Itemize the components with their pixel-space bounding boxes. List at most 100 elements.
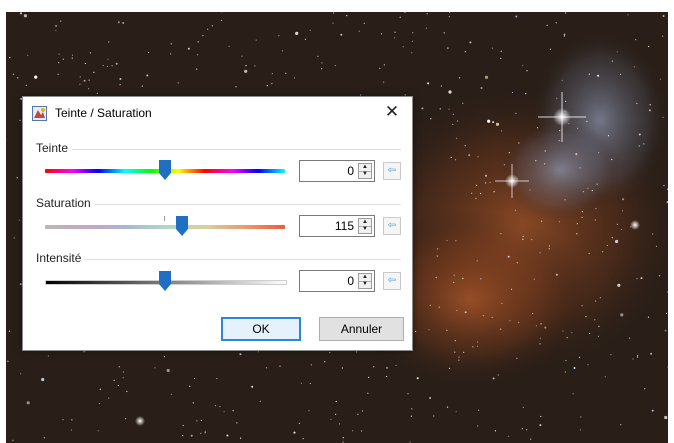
star [500, 57, 502, 60]
star [232, 410, 234, 412]
teinte-spinbox[interactable]: 0 ▲ ▼ [299, 160, 375, 182]
star [402, 46, 404, 48]
star [652, 233, 654, 235]
saturation-slider-thumb[interactable] [175, 216, 188, 236]
star [564, 199, 566, 201]
teinte-decrement-icon[interactable]: ▼ [359, 171, 371, 178]
star [278, 35, 280, 37]
star [540, 415, 542, 418]
star [93, 71, 95, 73]
star [18, 219, 21, 221]
star [107, 65, 109, 67]
star [453, 274, 455, 276]
star [514, 209, 517, 211]
saturation-value[interactable]: 115 [335, 216, 354, 236]
intensite-spinbox[interactable]: 0 ▲ ▼ [299, 270, 375, 292]
teinte-slider-thumb[interactable] [159, 160, 171, 180]
star [259, 400, 261, 402]
star [544, 326, 547, 329]
star [437, 248, 439, 250]
star [58, 62, 60, 64]
intensite-value[interactable]: 0 [347, 271, 354, 291]
star [480, 87, 483, 89]
star [428, 329, 430, 331]
teinte-reset-button[interactable]: ⇦ [383, 162, 401, 180]
star [515, 112, 517, 114]
star [204, 432, 206, 434]
saturation-decrement-icon[interactable]: ▼ [359, 226, 371, 233]
star [13, 237, 15, 239]
star [535, 325, 538, 327]
hue-saturation-icon [32, 106, 47, 121]
star [493, 191, 495, 193]
star [650, 352, 653, 355]
star [500, 233, 502, 235]
star [539, 252, 541, 254]
star [622, 210, 624, 212]
star [71, 54, 74, 56]
saturation-reset-button[interactable]: ⇦ [383, 217, 401, 235]
saturation-spin-buttons[interactable]: ▲ ▼ [358, 218, 372, 234]
star [602, 251, 604, 253]
star [539, 337, 541, 339]
star [196, 54, 199, 56]
cancel-button[interactable]: Annuler [319, 317, 404, 341]
intensite-spin-buttons[interactable]: ▲ ▼ [358, 273, 372, 289]
teinte-spin-buttons[interactable]: ▲ ▼ [358, 163, 372, 179]
star [480, 278, 482, 280]
intensite-reset-button[interactable]: ⇦ [383, 272, 401, 290]
star [563, 35, 566, 37]
star [456, 137, 458, 139]
star [356, 351, 358, 353]
star [363, 22, 365, 24]
star [622, 198, 625, 201]
star [321, 68, 323, 70]
title-bar[interactable]: Teinte / Saturation ✕ [23, 97, 412, 130]
star [430, 118, 432, 120]
star [79, 76, 81, 78]
star [113, 379, 115, 381]
star [533, 278, 535, 280]
star [411, 408, 413, 410]
star [539, 424, 542, 427]
star [518, 142, 520, 144]
top-white-strip [0, 0, 674, 12]
star [485, 174, 487, 177]
star [251, 385, 254, 388]
star [439, 108, 441, 110]
star [619, 73, 622, 75]
star [126, 390, 128, 393]
star [9, 57, 11, 59]
star [638, 133, 641, 136]
star [55, 29, 57, 31]
star [469, 41, 472, 44]
saturation-slider-track[interactable] [45, 225, 285, 229]
intensite-decrement-icon[interactable]: ▼ [359, 281, 371, 288]
star [456, 309, 458, 312]
star [214, 405, 217, 407]
star [477, 156, 479, 158]
star [332, 12, 335, 14]
star [644, 388, 646, 390]
star [220, 19, 223, 21]
star [20, 12, 22, 15]
star [47, 355, 50, 357]
star [43, 437, 45, 439]
star [239, 353, 242, 356]
star [636, 356, 639, 358]
star [352, 430, 354, 432]
star [480, 192, 482, 195]
star [448, 16, 450, 18]
star [394, 31, 396, 33]
star [416, 377, 419, 380]
teinte-value[interactable]: 0 [347, 161, 354, 181]
star [226, 434, 229, 437]
star [598, 152, 600, 154]
saturation-spinbox[interactable]: 115 ▲ ▼ [299, 215, 375, 237]
ok-button[interactable]: OK [221, 317, 301, 341]
intensite-slider-thumb[interactable] [159, 271, 171, 291]
close-button[interactable]: ✕ [380, 100, 404, 124]
reset-arrow-icon: ⇦ [387, 165, 397, 176]
star [585, 316, 587, 318]
star [293, 77, 296, 79]
